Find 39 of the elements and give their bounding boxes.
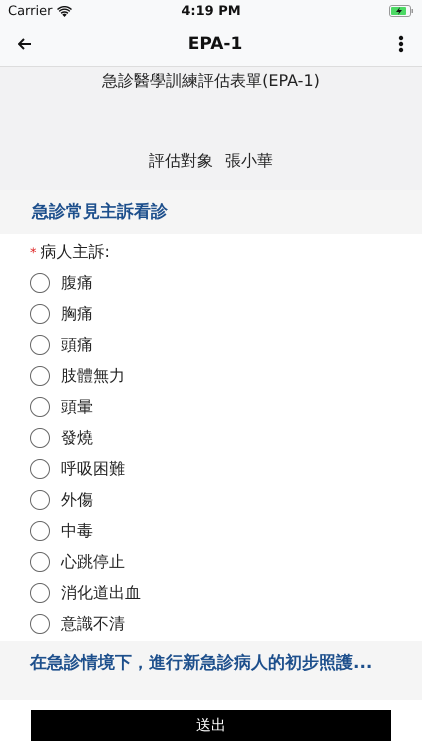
option-label[interactable]: 頭痛 <box>61 334 93 356</box>
option-label[interactable]: 呼吸困難 <box>61 458 125 480</box>
option-label[interactable]: 腹痛 <box>61 272 93 294</box>
option-label[interactable]: 肢體無力 <box>61 366 125 386</box>
option-label[interactable]: 胸痛 <box>61 304 93 324</box>
radio-button[interactable] <box>30 552 50 572</box>
wifi-icon <box>57 6 72 16</box>
radio-button[interactable] <box>30 428 50 448</box>
question-label: 病人主訴: <box>40 242 110 261</box>
radio-button[interactable] <box>30 614 50 634</box>
radio-button[interactable] <box>30 335 50 355</box>
radio-button[interactable] <box>30 397 50 417</box>
status-time: 4:19 PM <box>181 4 241 18</box>
radio-button[interactable] <box>30 521 50 541</box>
option-label[interactable]: 發燒 <box>61 428 93 448</box>
battery-icon <box>388 5 414 17</box>
radio-button[interactable] <box>30 583 50 603</box>
more-menu-button[interactable] <box>396 33 406 55</box>
option-label[interactable]: 中毒 <box>61 520 93 542</box>
section-title: 在急診情境下，進行新急診病人的初步照護... <box>30 653 372 673</box>
subject-label: 評估對象 <box>149 151 213 172</box>
option-label[interactable]: 心跳停止 <box>61 552 125 572</box>
radio-button[interactable] <box>30 490 50 510</box>
option-label[interactable]: 外傷 <box>61 490 93 510</box>
radio-button[interactable] <box>30 459 50 479</box>
section-title: 急診常見主訴看診 <box>32 202 168 222</box>
back-button[interactable] <box>16 36 34 52</box>
option-label[interactable]: 頭暈 <box>61 396 93 418</box>
carrier-label: Carrier <box>8 4 52 18</box>
required-mark: * <box>30 246 36 261</box>
form-title: 急診醫學訓練評估表單(EPA-1) <box>102 71 320 92</box>
radio-button[interactable] <box>30 273 50 293</box>
radio-button[interactable] <box>30 304 50 324</box>
screen-title: EPA-1 <box>188 34 242 54</box>
subject-name: 張小華 <box>225 151 273 172</box>
submit-button[interactable]: 送出 <box>31 710 391 740</box>
option-label[interactable]: 消化道出血 <box>61 582 141 604</box>
option-label[interactable]: 意識不清 <box>61 614 125 634</box>
radio-button[interactable] <box>30 366 50 386</box>
